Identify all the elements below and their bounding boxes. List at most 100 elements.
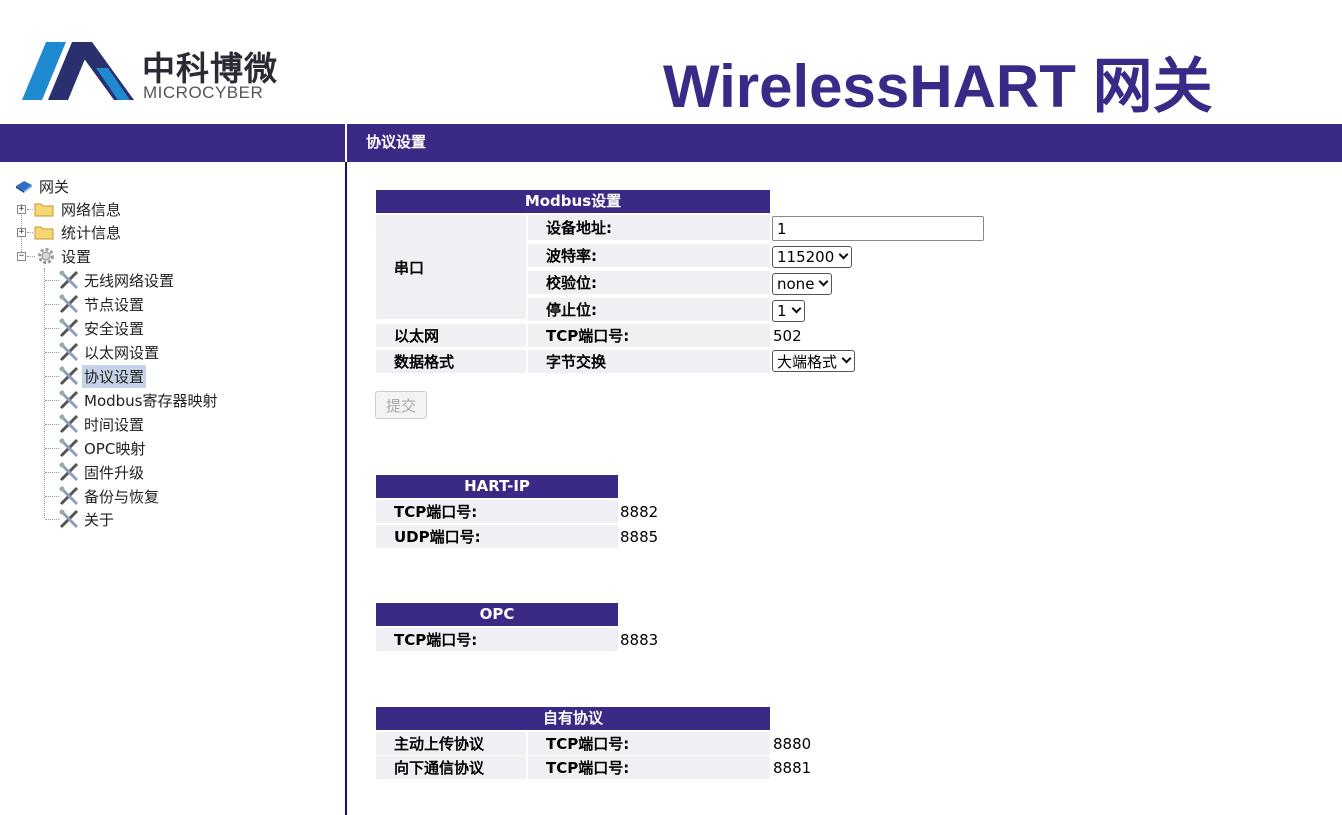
tree-item-label: 无线网络设置 [84, 271, 175, 290]
tree-item-opc-map[interactable]: OPC映射 [58, 437, 147, 459]
tree-line [45, 400, 59, 401]
company-logo: 中科博微 MICROCYBER [22, 38, 282, 104]
tools-icon [59, 366, 79, 386]
tree-line [45, 328, 59, 329]
hartip-udp-value: 8885 [620, 527, 659, 546]
tree-line [44, 268, 45, 518]
downlink-port-value: 8881 [773, 758, 812, 777]
modbus-tcp-port-label: TCP端口号: [528, 324, 770, 347]
logo-text-en: MICROCYBER [143, 83, 264, 102]
tree-item-node-settings[interactable]: 节点设置 [58, 293, 146, 315]
tree-item-label: 统计信息 [61, 223, 122, 242]
chevron-down-icon [841, 353, 852, 364]
tree-item-settings[interactable]: 设置 [36, 245, 93, 267]
top-bar-divider [345, 124, 347, 162]
header: 中科博微 MICROCYBER WirelessHART 网关 [0, 0, 1342, 124]
hartip-section-title: HART-IP [376, 475, 618, 498]
tree-line [27, 209, 33, 210]
chevron-down-icon [838, 249, 849, 260]
tree-item-network-info[interactable]: 网络信息 [34, 198, 123, 220]
tree-line [45, 519, 59, 520]
modbus-section-title: Modbus设置 [376, 190, 770, 213]
tree-item-label: 网络信息 [61, 200, 122, 219]
parity-select[interactable]: none [772, 273, 833, 295]
chevron-down-icon [791, 303, 801, 314]
tools-icon [59, 270, 79, 290]
tree-line [45, 280, 59, 281]
opc-section-title: OPC [376, 603, 618, 626]
site-title: WirelessHART 网关 [663, 53, 1213, 120]
tools-icon [59, 390, 79, 410]
tree-item-label: 安全设置 [84, 319, 145, 338]
hartip-tcp-value: 8882 [620, 502, 659, 521]
tree-item-modbus-register-map[interactable]: Modbus寄存器映射 [58, 389, 220, 411]
byte-swap-label: 字节交换 [528, 350, 770, 373]
tree-item-label: OPC映射 [84, 439, 146, 458]
tree-line [45, 304, 59, 305]
book-icon [16, 181, 32, 193]
downlink-port-label: TCP端口号: [528, 756, 770, 779]
serial-label: 串口 [376, 215, 526, 319]
sidebar-tree: 网关 + 网络信息 + 统计信息 − 设置 无线网络设置 节点设置 安全设置 以… [0, 162, 345, 815]
tree-item-security-settings[interactable]: 安全设置 [58, 317, 146, 339]
tools-icon [59, 414, 79, 434]
stop-bit-select[interactable]: 1 [772, 300, 805, 322]
tree-item-time-settings[interactable]: 时间设置 [58, 413, 146, 435]
device-address-label: 设备地址: [528, 215, 770, 240]
tree-item-label: 设置 [61, 247, 92, 266]
data-format-label: 数据格式 [376, 350, 526, 373]
tools-icon [59, 462, 79, 482]
byte-swap-select[interactable]: 大端格式 [772, 350, 856, 372]
folder-icon [34, 226, 54, 240]
tree-item-label: Modbus寄存器映射 [84, 391, 218, 410]
collapse-settings[interactable]: − [17, 252, 26, 261]
top-bar [0, 124, 1342, 162]
submit-button[interactable]: 提交 [375, 391, 427, 419]
tree-item-firmware-upgrade[interactable]: 固件升级 [58, 461, 146, 483]
tree-root-gateway[interactable]: 网关 [14, 175, 71, 197]
tree-line [45, 376, 59, 377]
tree-item-stats-info[interactable]: 统计信息 [34, 221, 123, 243]
tree-line [45, 352, 59, 353]
chevron-down-icon [818, 276, 829, 287]
tree-item-label: 时间设置 [84, 415, 145, 434]
logo-mark-icon [22, 42, 134, 100]
opc-tcp-label: TCP端口号: [376, 628, 618, 651]
tree-item-ethernet-settings[interactable]: 以太网设置 [58, 341, 161, 363]
main-content: Modbus设置 串口 设备地址: 1 波特率: 115200 校验位: non… [347, 162, 1342, 815]
device-address-input[interactable]: 1 [772, 216, 984, 241]
upload-port-value: 8880 [773, 734, 812, 753]
hartip-udp-label: UDP端口号: [376, 525, 618, 548]
tree-item-about[interactable]: 关于 [58, 508, 116, 530]
hartip-tcp-label: TCP端口号: [376, 500, 618, 523]
tools-icon [59, 509, 79, 529]
tree-line [27, 232, 33, 233]
tools-icon [59, 294, 79, 314]
stop-bit-label: 停止位: [528, 298, 770, 321]
tree-item-backup-restore[interactable]: 备份与恢复 [58, 485, 161, 507]
tools-icon [59, 438, 79, 458]
byte-swap-value: 大端格式 [777, 352, 838, 371]
baud-rate-select[interactable]: 115200 [772, 246, 853, 268]
gear-icon [38, 248, 54, 264]
tree-line [45, 496, 59, 497]
tree-line [45, 472, 59, 473]
modbus-tcp-port-value: 502 [773, 326, 802, 345]
expand-stats-info[interactable]: + [17, 228, 26, 237]
tree-item-label: 关于 [84, 510, 115, 529]
tools-icon [59, 342, 79, 362]
tools-icon [59, 318, 79, 338]
stop-bit-value: 1 [777, 302, 787, 320]
downlink-protocol-label: 向下通信协议 [376, 756, 526, 779]
tree-item-wireless-settings[interactable]: 无线网络设置 [58, 269, 176, 291]
expand-network-info[interactable]: + [17, 205, 26, 214]
baud-rate-label: 波特率: [528, 244, 770, 267]
tree-line [45, 424, 59, 425]
tools-icon [59, 486, 79, 506]
tree-item-label: 备份与恢复 [84, 487, 160, 506]
opc-tcp-value: 8883 [620, 630, 659, 649]
tree-item-label: 固件升级 [84, 463, 145, 482]
folder-icon [34, 203, 54, 217]
tree-item-protocol-settings[interactable]: 协议设置 [58, 364, 147, 388]
own-protocol-section-title: 自有协议 [376, 707, 770, 730]
